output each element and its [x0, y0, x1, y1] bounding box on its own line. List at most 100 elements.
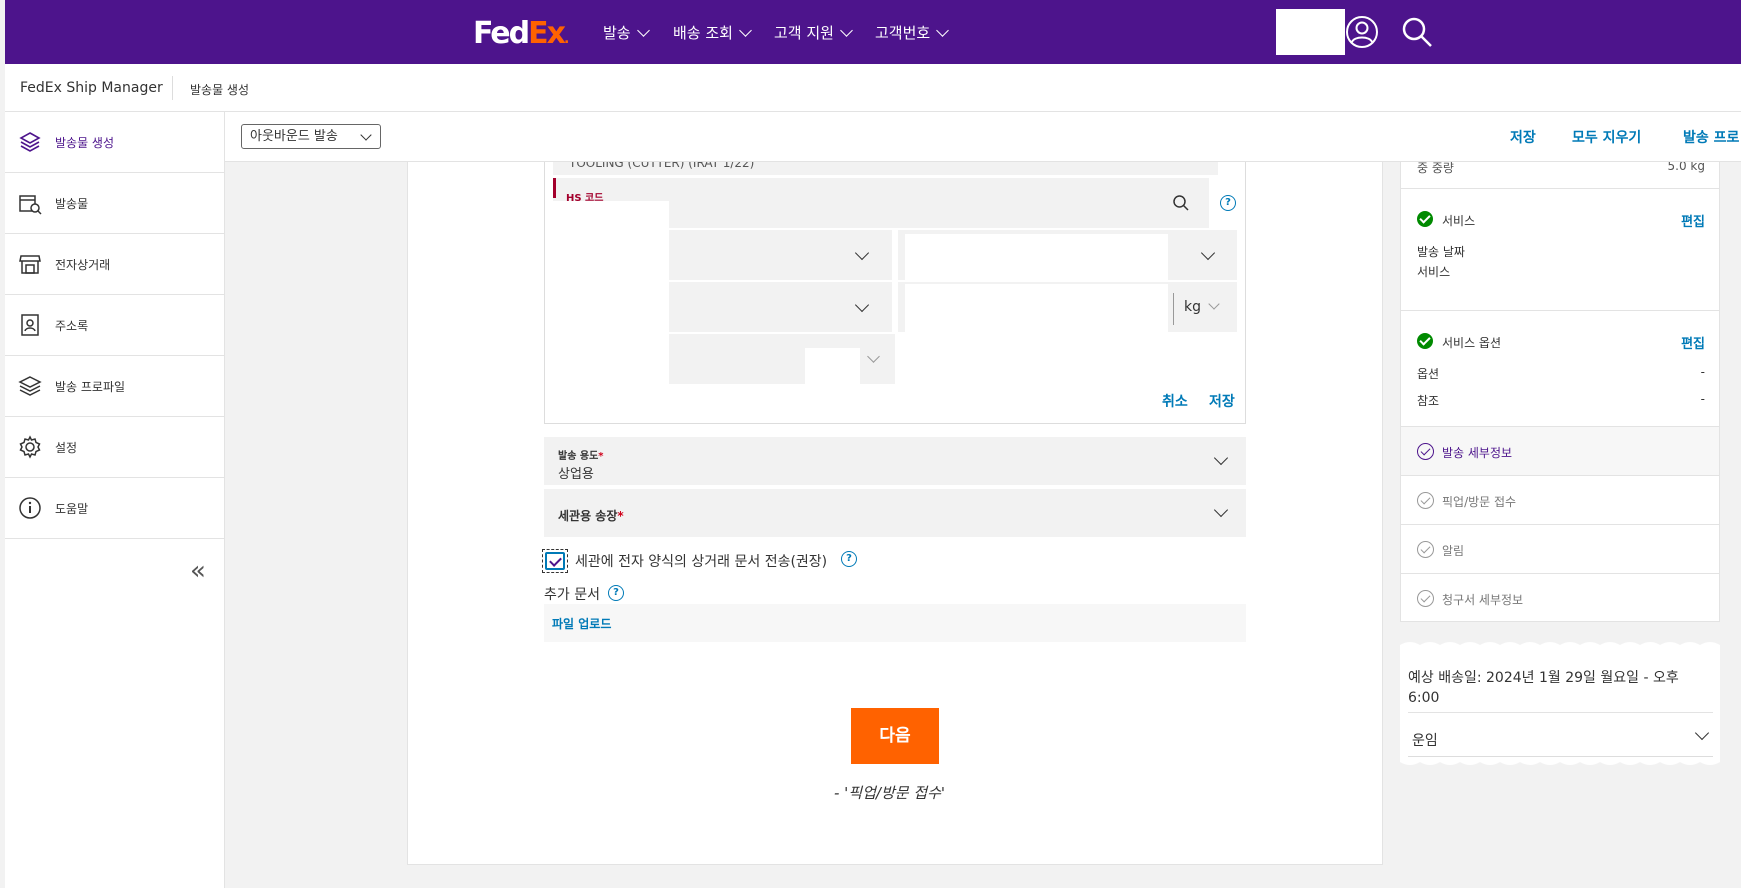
etd-checkbox-label[interactable]: 세관에 전자 양식의 상거래 문서 전송(권장): [575, 551, 827, 571]
edit-service-options-link[interactable]: 편집: [1681, 333, 1705, 352]
required-mark: *: [598, 451, 604, 462]
options-label: 옵션: [1417, 367, 1440, 381]
help-icon[interactable]: ?: [608, 585, 624, 601]
delivery-estimate-card: 예상 배송일: 2024년 1월 29일 월요일 - 오후 6:00 운임: [1400, 648, 1720, 758]
sidebar-item-label: 전자상거래: [55, 257, 111, 272]
check-circle-icon: [1417, 211, 1433, 227]
box-stack-icon: [17, 129, 43, 155]
upload-area: 파일 업로드: [544, 604, 1246, 642]
ship-date-label: 발송 날짜: [1417, 245, 1465, 259]
collapse-sidebar-icon[interactable]: «: [190, 556, 206, 586]
info-icon: [17, 495, 43, 521]
chevron-down-icon: [739, 23, 752, 37]
search-icon[interactable]: [1172, 194, 1190, 212]
ship-type-select[interactable]: 아웃바운드 발송: [241, 124, 381, 149]
divider: [172, 76, 173, 100]
sidebar-item-label: 설정: [55, 440, 78, 455]
divider: [1173, 293, 1174, 325]
customs-invoice-accordion[interactable]: 세관용 송장*: [544, 489, 1246, 537]
chevron-down-icon: [1213, 502, 1229, 518]
sidebar-item-settings[interactable]: 설정: [5, 417, 224, 478]
user-icon[interactable]: [1345, 15, 1379, 49]
ship-profile-button[interactable]: 발송 프로: [1683, 127, 1739, 147]
check-circle-icon: [1417, 333, 1433, 349]
sidebar-item-ship-profile[interactable]: 발송 프로파일: [5, 356, 224, 417]
etd-checkbox[interactable]: [542, 549, 568, 573]
service-options-title: 서비스 옵션: [1442, 336, 1502, 350]
redacted-box: [1276, 9, 1345, 55]
sidebar-item-shipments[interactable]: 발송물: [5, 173, 224, 234]
chevron-down-icon: [636, 23, 650, 37]
nav-support[interactable]: 고객 지원: [774, 22, 853, 43]
checkmark-icon: [545, 552, 565, 570]
check-circle-icon: [1417, 590, 1434, 607]
sidebar: 발송물 생성 발송물 전자상거래 주소록 발송 프로파일 설정 도움말 «: [5, 112, 225, 888]
help-icon[interactable]: ?: [841, 551, 857, 567]
commodity-description-clipped: TOOLING (CUTTER) (IRAT 1/22): [553, 162, 1218, 175]
purpose-label: 발송 용도: [558, 451, 599, 462]
next-button[interactable]: 다음: [851, 708, 939, 764]
service-title: 서비스: [1442, 214, 1476, 228]
save-button[interactable]: 저장: [1510, 127, 1536, 147]
options-value: -: [1700, 365, 1705, 379]
sidebar-item-create-shipment[interactable]: 발송물 생성: [5, 112, 224, 173]
check-circle-icon: [1417, 492, 1434, 509]
app-title[interactable]: FedEx Ship Manager: [20, 80, 163, 96]
divider: [1408, 712, 1713, 713]
chevron-down-icon[interactable]: [1694, 725, 1710, 741]
clear-all-button[interactable]: 모두 지우기: [1572, 127, 1641, 147]
nav-tracking[interactable]: 배송 조회: [673, 22, 752, 43]
storefront-icon: [17, 251, 43, 277]
chevron-down-icon: [360, 129, 372, 141]
summary-service-options-section: 서비스 옵션 편집 옵션 - 참조 -: [1401, 311, 1719, 427]
next-step-hint: - '픽업/방문 접수': [834, 784, 946, 802]
sidebar-item-ecommerce[interactable]: 전자상거래: [5, 234, 224, 295]
service-label: 서비스: [1417, 265, 1451, 279]
redacted-box: [553, 201, 669, 384]
breadcrumb: 발송물 생성: [190, 83, 250, 97]
summary-service-section: 서비스 편집 발송 날짜 서비스: [1401, 189, 1719, 311]
cancel-link[interactable]: 취소: [1162, 391, 1188, 411]
nav-account[interactable]: 고객번호: [875, 22, 950, 43]
redacted-box: [805, 348, 860, 384]
chevron-down-icon: [1213, 450, 1229, 466]
weight-unit-select[interactable]: kg: [1184, 299, 1201, 315]
sidebar-item-label: 발송물: [55, 196, 89, 211]
address-book-icon: [17, 312, 43, 338]
check-circle-icon: [1417, 541, 1434, 558]
reference-label: 참조: [1417, 394, 1440, 408]
sidebar-item-label: 발송 프로파일: [55, 379, 126, 394]
step-notifications[interactable]: 알림: [1401, 525, 1719, 574]
currency-select[interactable]: [669, 334, 895, 384]
step-pickup[interactable]: 픽업/방문 접수: [1401, 476, 1719, 525]
search-icon[interactable]: [1400, 15, 1434, 49]
package-search-icon: [17, 190, 43, 216]
invoice-label: 세관용 송장: [558, 509, 618, 523]
sub-header: FedEx Ship Manager 발송물 생성: [5, 64, 1741, 112]
freight-label[interactable]: 운임: [1412, 730, 1438, 750]
redacted-box: [905, 284, 1168, 332]
divider: [1408, 756, 1713, 757]
check-circle-icon: [1417, 443, 1434, 460]
global-header: [5, 0, 1741, 64]
help-icon[interactable]: ?: [1220, 195, 1236, 211]
shipment-purpose-select[interactable]: 발송 용도* 상업용: [544, 437, 1246, 485]
sidebar-item-help[interactable]: 도움말: [5, 478, 224, 539]
sidebar-item-address-book[interactable]: 주소록: [5, 295, 224, 356]
shipment-summary-panel: 중 중량 5.0 kg 서비스 편집 발송 날짜 서비스 서비스 옵션 편집 옵…: [1400, 162, 1720, 622]
estimated-delivery-text: 예상 배송일: 2024년 1월 29일 월요일 - 오후 6:00: [1408, 670, 1679, 706]
step-billing-details[interactable]: 청구서 세부정보: [1401, 574, 1719, 622]
fedex-logo[interactable]: FedEx.: [473, 16, 570, 51]
toolbar: 아웃바운드 발송 저장 모두 지우기 발송 프로: [225, 112, 1741, 162]
step-shipment-details[interactable]: 발송 세부정보: [1401, 427, 1719, 476]
edit-service-link[interactable]: 편집: [1681, 211, 1705, 230]
chevron-down-icon: [936, 23, 950, 37]
layers-icon: [17, 373, 43, 399]
save-commodity-link[interactable]: 저장: [1209, 391, 1235, 411]
sidebar-item-label: 발송물 생성: [55, 135, 115, 150]
sidebar-item-label: 주소록: [55, 318, 89, 333]
nav-shipping[interactable]: 발송: [603, 22, 650, 43]
chevron-down-icon: [840, 23, 853, 37]
upload-file-link[interactable]: 파일 업로드: [552, 615, 611, 632]
gear-icon: [17, 434, 43, 460]
